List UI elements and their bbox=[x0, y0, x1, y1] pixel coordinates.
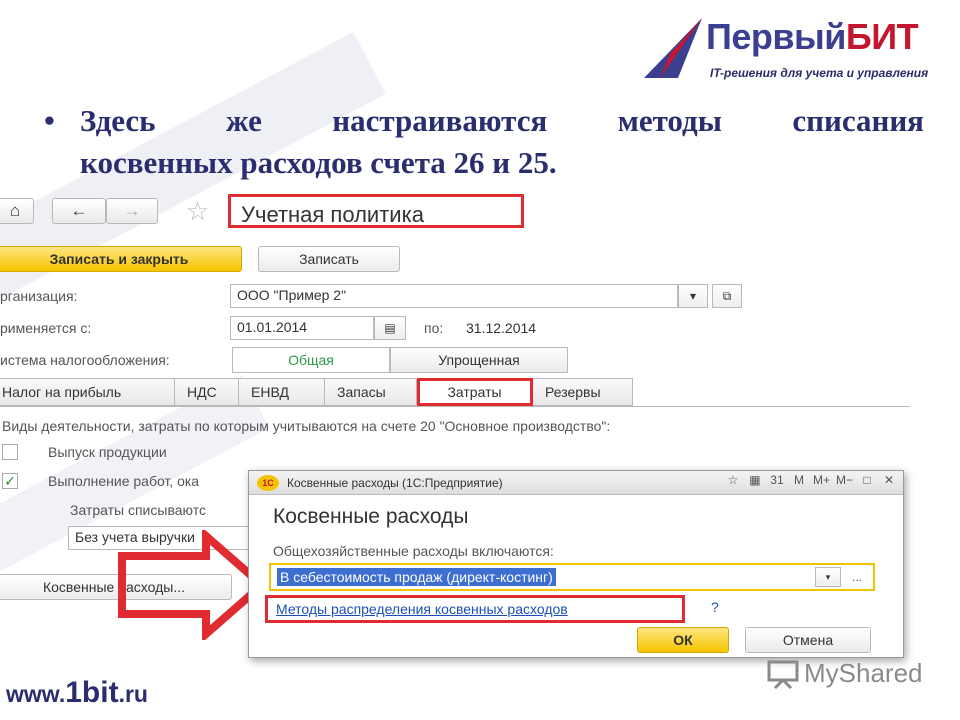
calendar-button[interactable]: ▤ bbox=[374, 316, 406, 340]
memory-minus-button[interactable]: M− bbox=[836, 473, 853, 487]
table-icon[interactable]: ▦ bbox=[747, 473, 763, 487]
tab-bar: Налог на прибыль НДС ЕНВД Запасы Затраты… bbox=[0, 378, 633, 406]
favorite-star-icon[interactable]: ☆ bbox=[186, 196, 209, 227]
checkbox-products[interactable] bbox=[2, 444, 18, 460]
applies-from-label: рименяется с: bbox=[0, 320, 92, 336]
activities-label: Виды деятельности, затраты по которым уч… bbox=[2, 418, 611, 434]
home-button[interactable]: ⌂ bbox=[0, 198, 34, 224]
heading-word: списания bbox=[792, 103, 924, 138]
logo-swoosh-icon bbox=[644, 18, 702, 78]
forward-arrow-icon: → bbox=[123, 201, 141, 220]
overhead-method-value: В себестоимость продаж (директ-костинг) bbox=[277, 568, 556, 586]
tab-costs[interactable]: Затраты bbox=[417, 378, 533, 406]
forward-button[interactable]: → bbox=[106, 198, 158, 224]
checkbox-works[interactable]: ✓ bbox=[2, 473, 18, 489]
window-title: Учетная политика bbox=[228, 194, 524, 228]
checkmark-icon: ✓ bbox=[4, 473, 16, 489]
distribution-methods-link[interactable]: Методы распределения косвенных расходов bbox=[265, 595, 685, 623]
memory-m-button[interactable]: M bbox=[791, 473, 807, 487]
heading-word: же bbox=[226, 103, 262, 138]
back-button[interactable]: ← bbox=[52, 198, 106, 224]
activity-works-label: Выполнение работ, ока bbox=[48, 473, 200, 489]
website-url[interactable]: www.1bit.ru bbox=[6, 676, 148, 710]
overhead-included-label: Общехозяйственные расходы включаются: bbox=[273, 543, 554, 559]
chevron-down-icon[interactable]: ▾ bbox=[815, 567, 841, 587]
heading-word: Здесь bbox=[80, 103, 156, 138]
heading-line-2: косвенных расходов счета 26 и 25. bbox=[80, 145, 557, 180]
tab-income-tax[interactable]: Налог на прибыль bbox=[0, 378, 175, 406]
overhead-method-field[interactable]: В себестоимость продаж (директ-костинг) … bbox=[269, 563, 875, 591]
save-and-close-button[interactable]: Записать и закрыть bbox=[0, 246, 242, 272]
1c-logo-icon: 1С bbox=[257, 474, 279, 491]
calendar-icon[interactable]: 31 bbox=[769, 473, 785, 487]
organization-dropdown-button[interactable]: ▾ bbox=[678, 284, 708, 308]
tab-vat[interactable]: НДС bbox=[175, 378, 239, 406]
red-arrow-icon bbox=[118, 530, 268, 640]
dialog-window-title: Косвенные расходы (1С:Предприятие) bbox=[287, 475, 503, 490]
select-more-button[interactable]: ... bbox=[845, 567, 869, 587]
tab-reserves[interactable]: Резервы bbox=[533, 378, 633, 406]
heading-word: методы bbox=[617, 103, 722, 138]
tax-option-simplified[interactable]: Упрощенная bbox=[390, 347, 568, 373]
watermark-text: MyShared bbox=[804, 658, 923, 688]
close-icon[interactable]: ✕ bbox=[881, 473, 897, 487]
logo-title: ПервыйБИТ bbox=[706, 16, 919, 57]
date-from-field[interactable]: 01.01.2014 bbox=[230, 316, 374, 340]
brand-logo: ПервыйБИТ IT-решения для учета и управле… bbox=[640, 14, 940, 86]
presentation-icon bbox=[767, 660, 799, 689]
help-link[interactable]: ? bbox=[711, 599, 719, 615]
back-arrow-icon: ← bbox=[70, 201, 88, 220]
organization-field[interactable]: ООО "Пример 2" bbox=[230, 284, 678, 308]
tax-option-general[interactable]: Общая bbox=[232, 347, 390, 373]
dialog-toolbar: ☆ ▦ 31 M M+ M− □ ✕ bbox=[725, 473, 897, 487]
costs-written-off-label: Затраты списываютс bbox=[70, 502, 206, 518]
save-button[interactable]: Записать bbox=[258, 246, 400, 272]
maximize-icon[interactable]: □ bbox=[859, 473, 875, 487]
organization-label: рганизация: bbox=[0, 288, 78, 304]
calendar-icon: ▤ bbox=[384, 321, 396, 335]
heading-word: настраиваются bbox=[332, 103, 548, 138]
date-to-value: 31.12.2014 bbox=[466, 320, 537, 336]
chevron-down-icon: ▾ bbox=[689, 289, 697, 303]
memory-plus-button[interactable]: M+ bbox=[813, 473, 830, 487]
favorite-icon[interactable]: ☆ bbox=[725, 473, 741, 487]
tab-inventory[interactable]: Запасы bbox=[325, 378, 417, 406]
to-label: по: bbox=[424, 320, 444, 336]
indirect-costs-dialog: 1С Косвенные расходы (1С:Предприятие) ☆ … bbox=[248, 470, 904, 658]
tab-envd[interactable]: ЕНВД bbox=[239, 378, 325, 406]
dialog-titlebar: 1С Косвенные расходы (1С:Предприятие) ☆ … bbox=[249, 471, 903, 495]
tab-divider bbox=[0, 406, 910, 407]
logo-tagline: IT-решения для учета и управления bbox=[710, 66, 929, 80]
dialog-heading: Косвенные расходы bbox=[273, 505, 469, 528]
tax-system-label: истема налогообложения: bbox=[0, 352, 170, 368]
bullet: • bbox=[44, 103, 55, 138]
watermark: MyShared bbox=[766, 658, 923, 689]
home-icon: ⌂ bbox=[9, 201, 21, 220]
cancel-button[interactable]: Отмена bbox=[745, 627, 871, 653]
open-organization-button[interactable]: ⧉ bbox=[712, 284, 742, 308]
slide-heading: • Здесь же настраиваются методы списания… bbox=[44, 100, 924, 184]
activity-products-label: Выпуск продукции bbox=[48, 444, 167, 460]
ok-button[interactable]: ОК bbox=[637, 627, 729, 653]
open-link-icon: ⧉ bbox=[722, 288, 732, 303]
heading-line-1: Здесь же настраиваются методы списания bbox=[44, 100, 924, 142]
